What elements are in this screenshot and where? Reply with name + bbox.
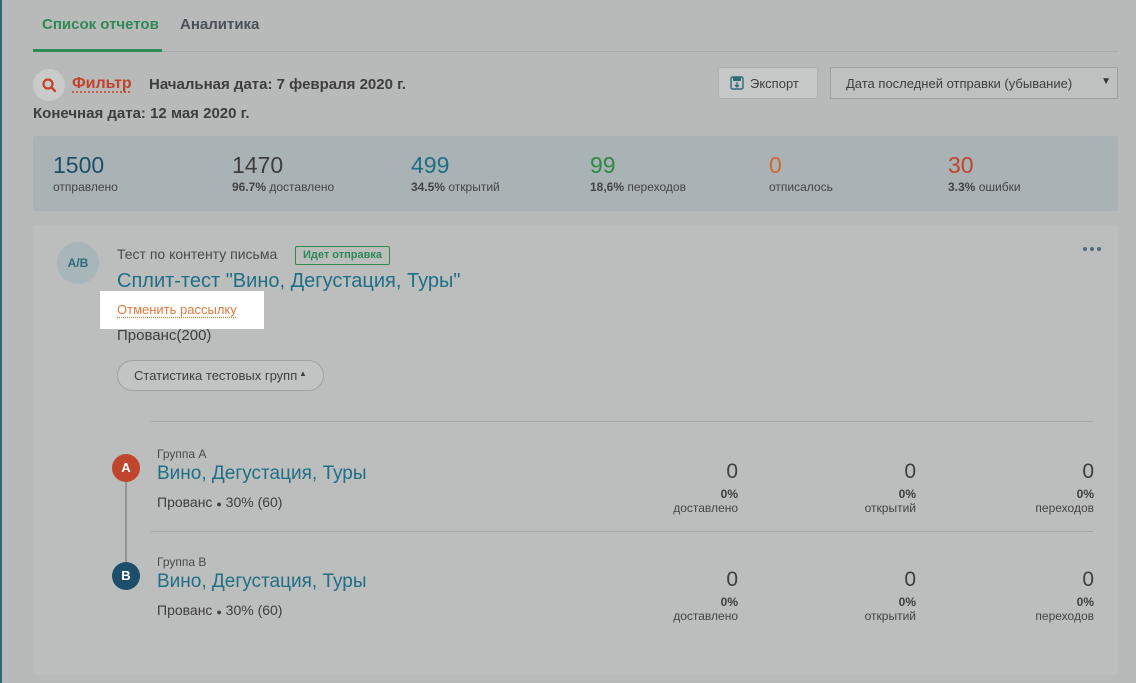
group-badge-b: B	[112, 562, 140, 590]
more-options-icon[interactable]	[1083, 247, 1101, 253]
group-metric-clicks: 0 0% переходов	[934, 459, 1094, 515]
summary-stats: 1500 отправлено 1470 96.7% доставлено 49…	[33, 136, 1118, 211]
test-group-a: A Группа A Вино, Дегустация, Туры Прован…	[33, 441, 1118, 521]
group-audience: Прованс ● 30% (60)	[157, 602, 283, 618]
search-icon	[42, 78, 57, 93]
stat-delivered: 1470 96.7% доставлено	[232, 152, 334, 194]
cancel-sending-link[interactable]: Отменить рассылку	[117, 302, 237, 317]
stat-value: 1470	[232, 152, 284, 178]
group-metric-delivered: 0 0% доставлено	[578, 459, 738, 515]
stat-clicks: 99 18,6% переходов	[590, 152, 686, 194]
stat-pct: 3.3%	[948, 180, 976, 194]
divider	[151, 531, 1093, 532]
metric-value: 0	[726, 568, 738, 591]
active-tab-indicator	[33, 49, 162, 52]
metric-label: переходов	[1035, 501, 1094, 515]
stat-unsubscribed: 0 отписалось	[769, 152, 833, 194]
report-tabs: Список отчетов Аналитика	[33, 0, 1118, 52]
stat-value: 499	[411, 152, 450, 178]
campaign-card: A/B Тест по контенту письма Идет отправк…	[33, 225, 1118, 675]
group-metric-opens: 0 0% открытий	[756, 567, 916, 623]
stat-opens: 499 34.5% открытий	[411, 152, 500, 194]
campaign-type: Тест по контенту письма	[117, 246, 278, 262]
export-label: Экспорт	[750, 76, 799, 91]
stat-label: ошибки	[978, 180, 1021, 194]
group-audience: Прованс ● 30% (60)	[157, 494, 283, 510]
stat-pct: 96.7%	[232, 180, 267, 194]
caret-down-icon: ▼	[1101, 76, 1111, 87]
group-share: 30% (60)	[225, 494, 283, 510]
stat-value: 1500	[53, 152, 105, 178]
stat-pct: 34.5%	[411, 180, 446, 194]
group-name: Группа B	[157, 555, 207, 569]
divider	[151, 421, 1093, 422]
stat-sent: 1500 отправлено	[53, 152, 118, 194]
group-title[interactable]: Вино, Дегустация, Туры	[157, 463, 367, 485]
group-metric-delivered: 0 0% доставлено	[578, 567, 738, 623]
group-audience-name: Прованс	[157, 494, 213, 510]
caret-up-icon: ▲	[299, 369, 307, 378]
filter-link[interactable]: Фильтр	[72, 75, 132, 93]
stat-errors: 30 3.3% ошибки	[948, 152, 1021, 194]
sort-selected-value: Дата последней отправки (убывание)	[846, 76, 1073, 91]
stat-label: отписалось	[769, 180, 833, 194]
metric-label: доставлено	[673, 501, 738, 515]
metric-label: открытий	[864, 609, 916, 623]
stat-label: отправлено	[53, 180, 118, 194]
stat-label: открытий	[448, 180, 500, 194]
start-date: Начальная дата: 7 февраля 2020 г.	[149, 76, 407, 93]
metric-pct: 0%	[720, 595, 738, 609]
end-date: Конечная дата: 12 мая 2020 г.	[33, 105, 250, 122]
metric-label: открытий	[864, 501, 916, 515]
export-button[interactable]: Экспорт	[718, 67, 818, 99]
metric-label: переходов	[1035, 609, 1094, 623]
metric-pct: 0%	[898, 487, 916, 501]
group-name: Группа A	[157, 447, 207, 461]
metric-value: 0	[904, 568, 916, 591]
tab-analytics[interactable]: Аналитика	[180, 16, 259, 33]
stat-label: доставлено	[269, 180, 335, 194]
stat-label: переходов	[627, 180, 686, 194]
metric-pct: 0%	[1076, 595, 1094, 609]
metric-pct: 0%	[720, 487, 738, 501]
left-edge-accent	[0, 0, 2, 683]
ab-test-avatar: A/B	[57, 242, 99, 284]
test-group-b: B Группа B Вино, Дегустация, Туры Прован…	[33, 549, 1118, 629]
group-title[interactable]: Вино, Дегустация, Туры	[157, 571, 367, 593]
export-icon	[730, 76, 744, 90]
test-groups-stats-toggle[interactable]: Статистика тестовых групп ▲	[117, 360, 324, 391]
stats-toggle-label: Статистика тестовых групп	[134, 368, 298, 383]
metric-value: 0	[1082, 568, 1094, 591]
metric-value: 0	[904, 460, 916, 483]
campaign-title[interactable]: Сплит-тест "Вино, Дегустация, Туры"	[117, 270, 460, 293]
group-share: 30% (60)	[225, 602, 283, 618]
tab-report-list[interactable]: Список отчетов	[42, 16, 159, 33]
sort-select[interactable]: Дата последней отправки (убывание) ▼	[830, 67, 1118, 99]
group-audience-name: Прованс	[157, 602, 213, 618]
stat-value: 30	[948, 152, 974, 178]
stat-value: 99	[590, 152, 616, 178]
metric-pct: 0%	[1076, 487, 1094, 501]
group-metric-opens: 0 0% открытий	[756, 459, 916, 515]
stat-value: 0	[769, 152, 782, 178]
filter-search-icon[interactable]	[33, 69, 65, 101]
campaign-audience: Прованс(200)	[117, 327, 212, 344]
metric-label: доставлено	[673, 609, 738, 623]
cancel-popover: Отменить рассылку	[100, 291, 264, 329]
status-badge: Идет отправка	[295, 246, 391, 265]
metric-value: 0	[1082, 460, 1094, 483]
stat-pct: 18,6%	[590, 180, 625, 194]
metric-value: 0	[726, 460, 738, 483]
group-metric-clicks: 0 0% переходов	[934, 567, 1094, 623]
group-badge-a: A	[112, 454, 140, 482]
metric-pct: 0%	[898, 595, 916, 609]
